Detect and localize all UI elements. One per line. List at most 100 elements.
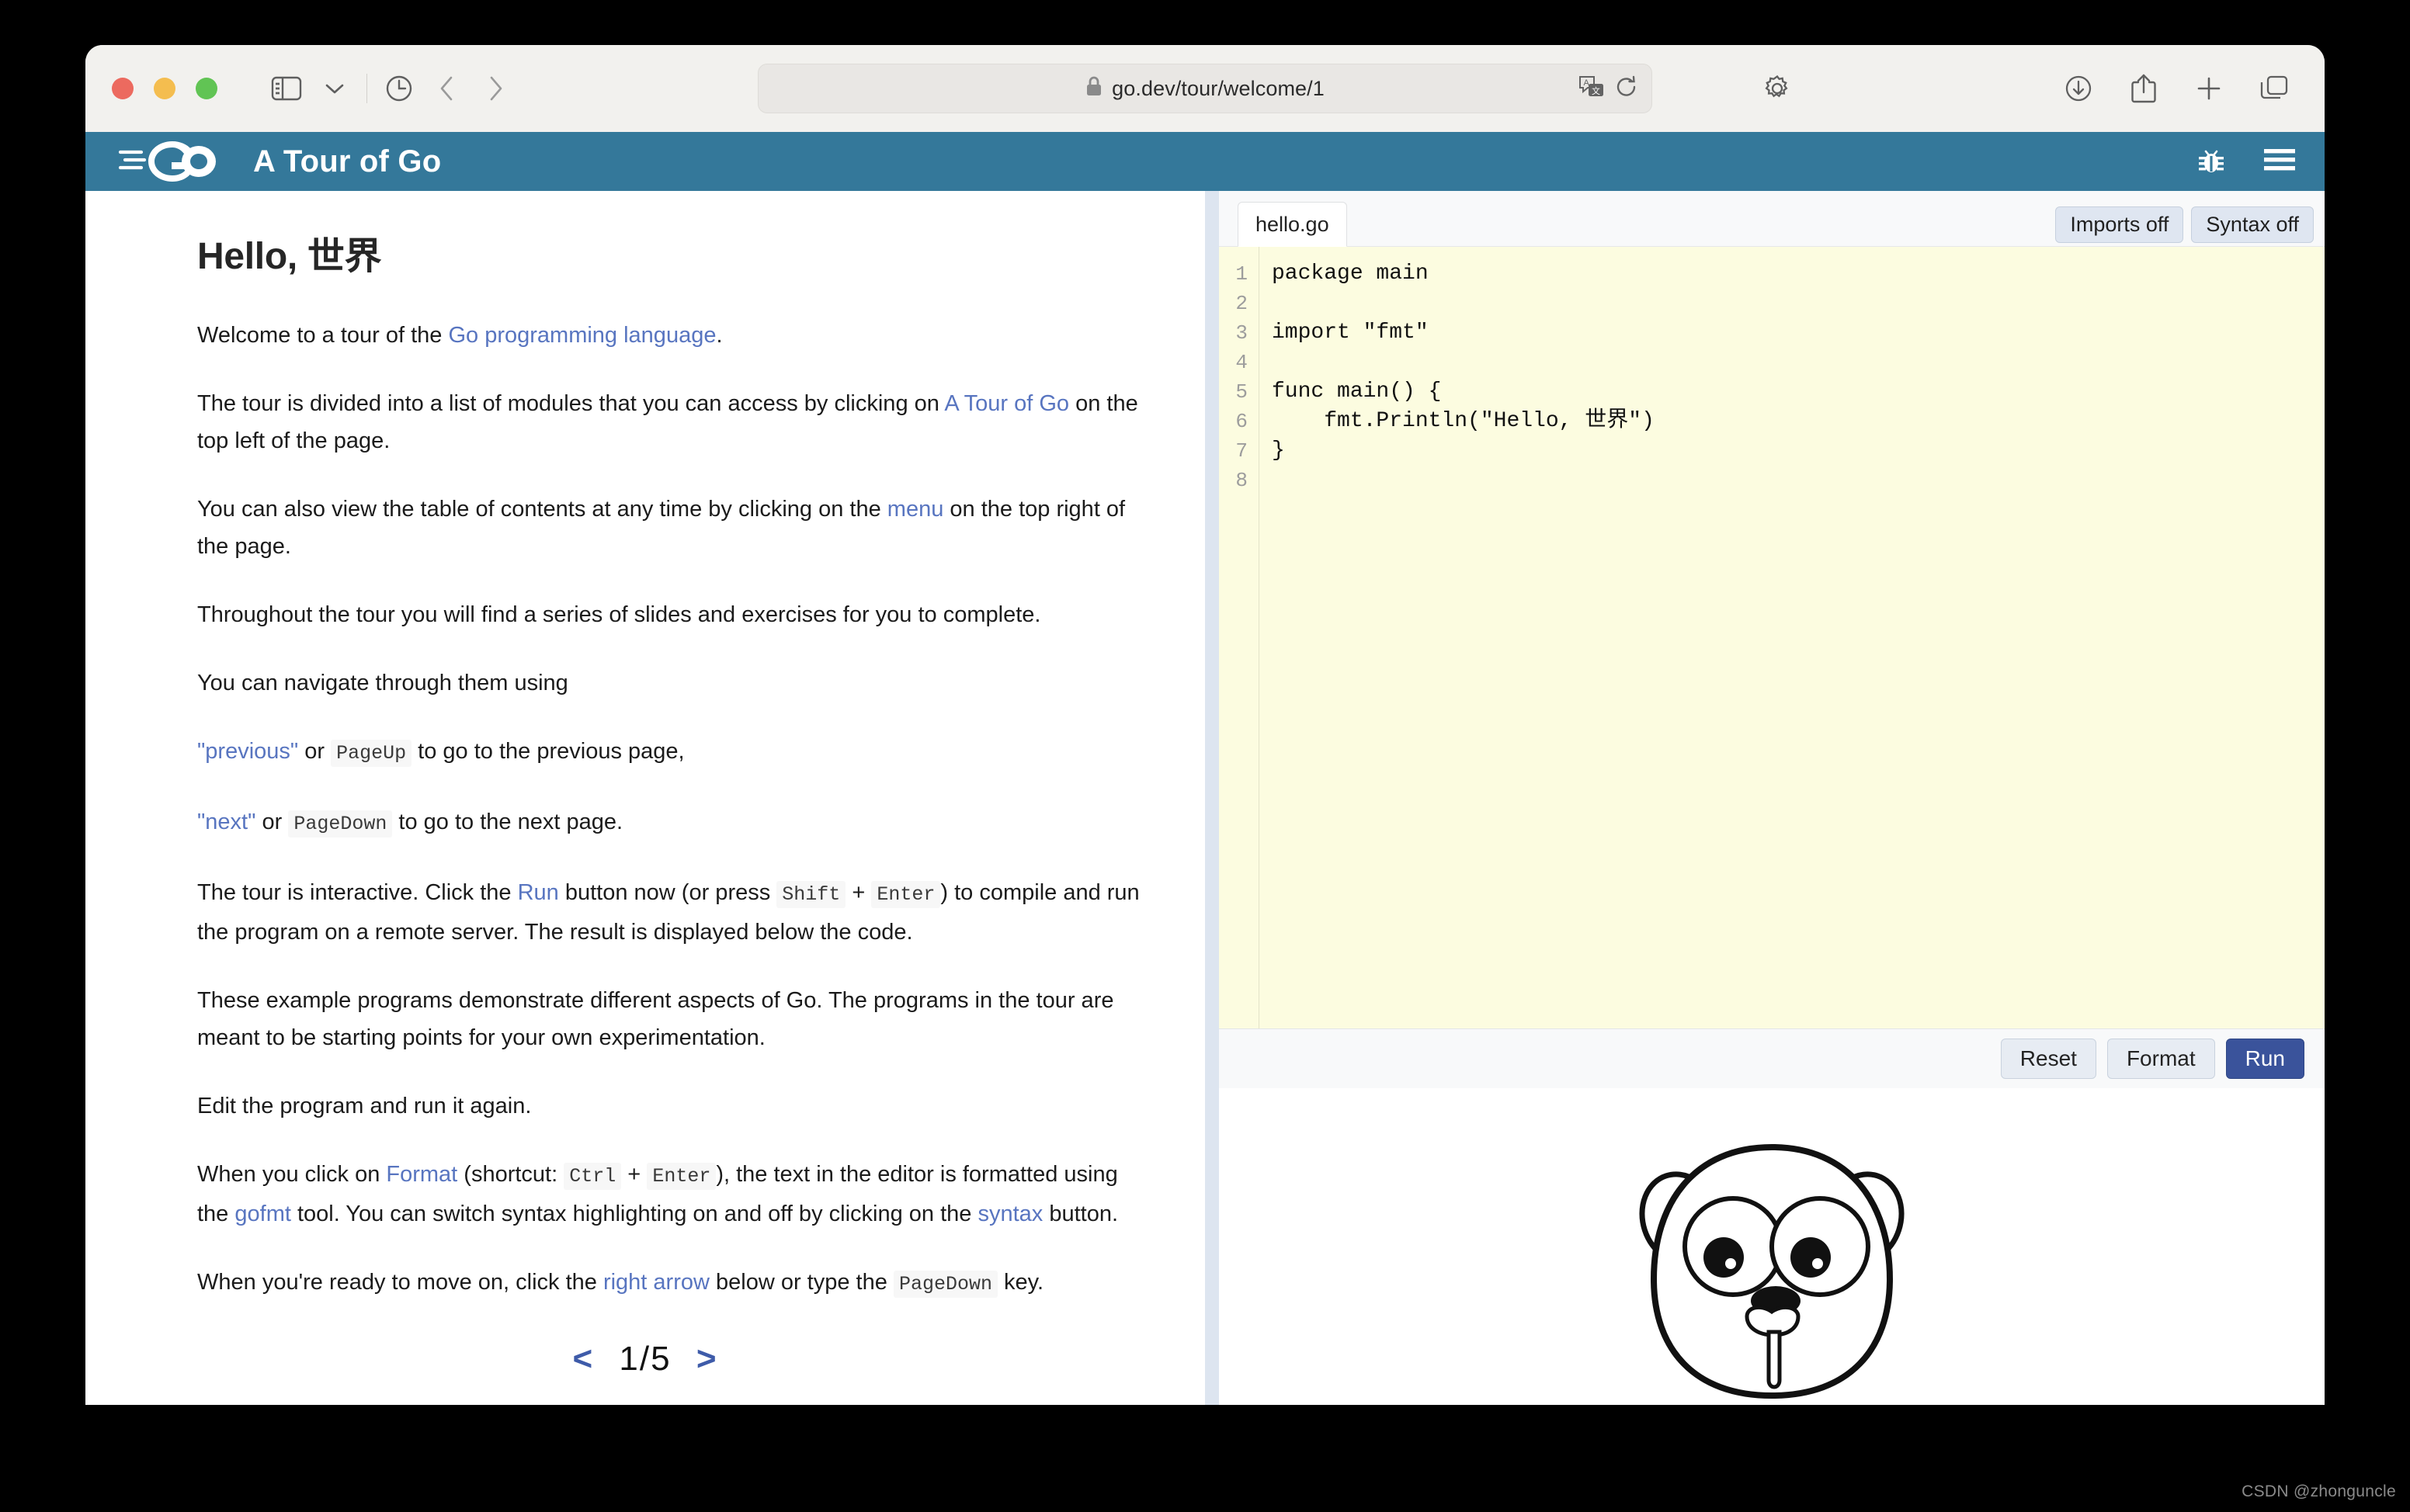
editor-action-bar: Reset Format Run	[1219, 1028, 2325, 1088]
close-window-button[interactable]	[112, 78, 134, 99]
line-number: 8	[1235, 469, 1248, 492]
sidebar-icon[interactable]	[264, 66, 309, 111]
prev-slide-button[interactable]: <	[572, 1340, 594, 1378]
inline-link[interactable]: syntax	[978, 1202, 1043, 1226]
web-page: A Tour of Go Hello, 世界 Welcome to a tour…	[85, 132, 2325, 1405]
browser-toolbar: go.dev/tour/welcome/1 A 文	[85, 45, 2325, 132]
svg-text:文: 文	[1592, 85, 1600, 96]
paragraph-text: Throughout the tour you will find a seri…	[197, 602, 1041, 627]
translate-icon[interactable]: A 文	[1578, 75, 1605, 103]
maximize-window-button[interactable]	[196, 78, 217, 99]
slide-position: 1/5	[619, 1340, 672, 1378]
lesson-paragraphs-top: Welcome to a tour of the Go programming …	[197, 317, 1154, 702]
paragraph: The tour is interactive. Click the Run b…	[197, 874, 1154, 951]
inline-link[interactable]: gofmt	[234, 1202, 291, 1226]
inline-link[interactable]: right arrow	[603, 1270, 710, 1295]
reload-icon[interactable]	[1616, 75, 1637, 102]
keyboard-shortcut: PageUp	[331, 740, 412, 767]
line-number: 6	[1235, 410, 1248, 433]
paragraph: The tour is divided into a list of modul…	[197, 385, 1154, 459]
bug-icon[interactable]	[2196, 144, 2227, 179]
plus-icon[interactable]	[2186, 66, 2231, 111]
reset-button[interactable]: Reset	[2000, 1039, 2096, 1079]
paragraph: "next" or PageDown to go to the next pag…	[197, 803, 1154, 843]
paragraph-text: below or type the	[709, 1270, 894, 1295]
address-bar-content: go.dev/tour/welcome/1	[1085, 75, 1325, 102]
inline-link[interactable]: A Tour of Go	[944, 391, 1069, 416]
line-number-gutter: 1 2 3 4 5 6 7 8	[1219, 247, 1259, 1028]
paragraph-text: Edit the program and run it again.	[197, 1094, 532, 1118]
browser-window: go.dev/tour/welcome/1 A 文 A Tour of Go H…	[85, 45, 2325, 1405]
inline-link[interactable]: "next"	[197, 810, 255, 834]
history-clock-icon[interactable]	[377, 66, 422, 111]
paragraph-text: (shortcut:	[457, 1162, 564, 1187]
toolbar-left-controls	[264, 66, 518, 111]
syntax-toggle-button[interactable]: Syntax off	[2191, 206, 2314, 243]
line-number: 7	[1235, 439, 1248, 463]
tour-header-actions	[2196, 144, 2297, 179]
paragraph-text: You can navigate through them using	[197, 671, 568, 695]
inline-link[interactable]: Run	[518, 880, 559, 905]
next-slide-button[interactable]: >	[696, 1340, 718, 1378]
back-arrow-icon[interactable]	[425, 66, 470, 111]
share-icon[interactable]	[2121, 66, 2166, 111]
url-text: go.dev/tour/welcome/1	[1112, 76, 1325, 100]
code-editor[interactable]: 1 2 3 4 5 6 7 8 package main import "fmt" func …	[1219, 247, 2325, 1028]
keyboard-shortcut: Ctrl	[564, 1163, 622, 1190]
paragraph-text: .	[716, 323, 723, 348]
slide-pagination: < 1/5 >	[85, 1340, 1205, 1378]
navigation-hints-list: "previous" or PageUp to go to the previo…	[197, 733, 1154, 843]
keyboard-shortcut: Enter	[647, 1163, 717, 1190]
imports-toggle-button[interactable]: Imports off	[2055, 206, 2184, 243]
forward-arrow-icon[interactable]	[473, 66, 518, 111]
paragraph: When you click on Format (shortcut: Ctrl…	[197, 1156, 1154, 1233]
keyboard-shortcut: PageDown	[893, 1271, 998, 1298]
paragraph-text: These example programs demonstrate diffe…	[197, 988, 1114, 1050]
chevron-down-icon[interactable]	[312, 66, 357, 111]
editor-toggles: Imports off Syntax off	[2055, 206, 2314, 246]
paragraph-text: The tour is interactive. Click the	[197, 880, 518, 905]
paragraph: Throughout the tour you will find a seri…	[197, 596, 1154, 633]
code-text[interactable]: package main import "fmt" func main() { …	[1259, 247, 2325, 1028]
tab-overview-icon[interactable]	[2252, 66, 2297, 111]
toolbar-right-controls	[2056, 66, 2297, 111]
watermark: CSDN @zhonguncle	[2242, 1483, 2396, 1500]
line-number: 4	[1235, 351, 1248, 374]
paragraph-text: You can also view the table of contents …	[197, 497, 887, 522]
go-logo[interactable]	[118, 140, 219, 183]
tab-hello-go[interactable]: hello.go	[1238, 202, 1347, 247]
paragraph-text: or	[255, 810, 289, 834]
lesson-content: Hello, 世界 Welcome to a tour of the Go pr…	[85, 191, 1205, 1303]
paragraph-text: to go to the next page.	[392, 810, 623, 834]
keyboard-shortcut: Enter	[871, 881, 941, 908]
minimize-window-button[interactable]	[154, 78, 175, 99]
address-bar[interactable]: go.dev/tour/welcome/1 A 文	[758, 64, 1652, 113]
paragraph-text: button now (or press	[558, 880, 777, 905]
inline-link[interactable]: Format	[386, 1162, 457, 1187]
inline-link[interactable]: menu	[887, 497, 944, 522]
paragraph: Edit the program and run it again.	[197, 1087, 1154, 1125]
gear-icon[interactable]	[1755, 66, 1800, 111]
extensions-button[interactable]	[1755, 66, 1800, 111]
paragraph-text: or	[298, 739, 332, 764]
inline-link[interactable]: Go programming language	[448, 323, 716, 348]
screenshot-root: go.dev/tour/welcome/1 A 文 A Tour of Go H…	[0, 0, 2410, 1512]
hamburger-menu-icon[interactable]	[2262, 147, 2297, 177]
format-button[interactable]: Format	[2106, 1039, 2215, 1079]
downloads-icon[interactable]	[2056, 66, 2101, 111]
address-bar-actions: A 文	[1578, 75, 1637, 103]
paragraph-text: The tour is divided into a list of modul…	[197, 391, 945, 416]
line-number: 3	[1235, 321, 1248, 345]
paragraph-text: When you're ready to move on, click the	[197, 1270, 603, 1295]
lesson-pane: Hello, 世界 Welcome to a tour of the Go pr…	[85, 191, 1205, 1405]
output-pane	[1219, 1088, 2325, 1405]
paragraph-text: tool. You can switch syntax highlighting…	[290, 1202, 978, 1226]
keyboard-shortcut: Shift	[776, 881, 846, 908]
paragraph: You can also view the table of contents …	[197, 491, 1154, 565]
run-button[interactable]: Run	[2225, 1039, 2304, 1079]
window-traffic-lights	[112, 78, 217, 99]
inline-link[interactable]: "previous"	[197, 739, 298, 764]
paragraph-text: When you click on	[197, 1162, 387, 1187]
pane-splitter[interactable]	[1205, 191, 1219, 1405]
paragraph: Welcome to a tour of the Go programming …	[197, 317, 1154, 354]
